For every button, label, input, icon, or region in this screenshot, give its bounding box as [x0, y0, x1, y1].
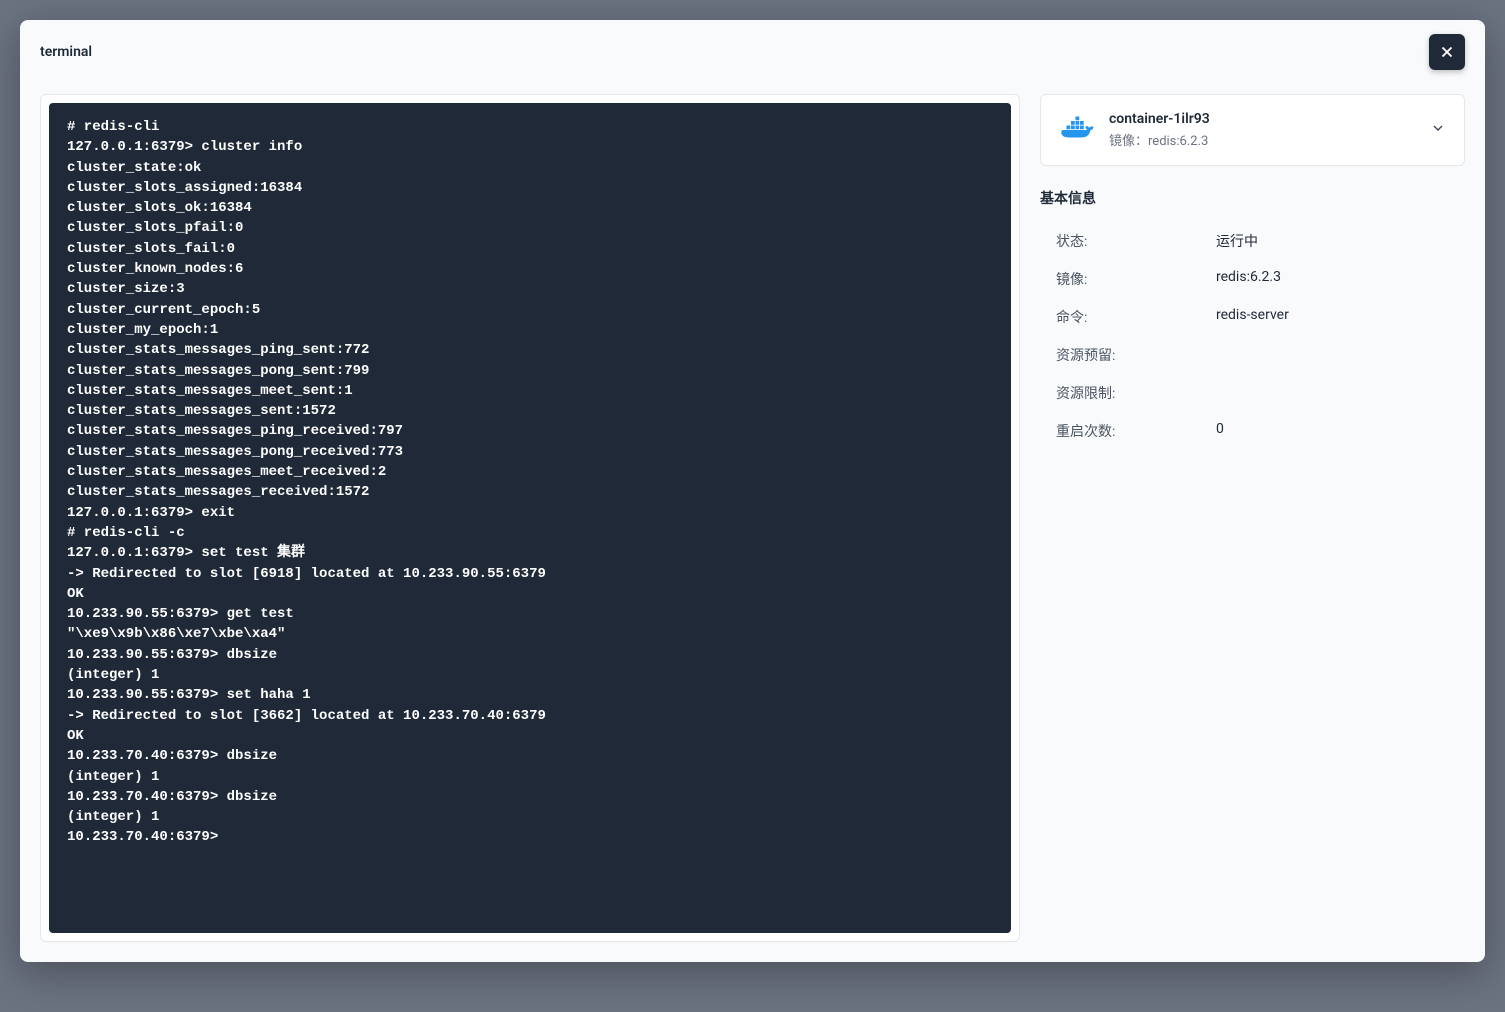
- info-row: 命令:redis-server: [1040, 298, 1465, 336]
- chevron-down-icon: [1430, 120, 1446, 140]
- info-row: 状态:运行中: [1040, 222, 1465, 260]
- terminal-modal: terminal # redis-cli 127.0.0.1:6379> clu…: [20, 20, 1485, 962]
- info-label: 镜像:: [1056, 269, 1216, 289]
- container-name: container-1ilr93: [1109, 111, 1416, 127]
- info-row: 资源限制:: [1040, 374, 1465, 412]
- right-panel: container-1ilr93 镜像：redis:6.2.3 基本信息 状态:…: [1040, 94, 1465, 942]
- info-value: redis:6.2.3: [1216, 269, 1281, 289]
- info-label: 资源限制:: [1056, 383, 1216, 403]
- info-label: 重启次数:: [1056, 421, 1216, 441]
- close-icon: [1438, 43, 1456, 61]
- modal-body: # redis-cli 127.0.0.1:6379> cluster info…: [20, 84, 1485, 962]
- info-list: 状态:运行中镜像:redis:6.2.3命令:redis-server资源预留:…: [1040, 222, 1465, 450]
- info-label: 状态:: [1056, 231, 1216, 251]
- container-info: container-1ilr93 镜像：redis:6.2.3: [1109, 111, 1416, 149]
- container-card[interactable]: container-1ilr93 镜像：redis:6.2.3: [1040, 94, 1465, 166]
- modal-header: terminal: [20, 20, 1485, 84]
- container-image-label: 镜像：: [1109, 134, 1148, 149]
- terminal-container: # redis-cli 127.0.0.1:6379> cluster info…: [40, 94, 1020, 942]
- basic-info-section: 基本信息 状态:运行中镜像:redis:6.2.3命令:redis-server…: [1040, 188, 1465, 450]
- docker-icon: [1059, 112, 1095, 148]
- section-title: 基本信息: [1040, 188, 1465, 208]
- info-row: 镜像:redis:6.2.3: [1040, 260, 1465, 298]
- info-value: redis-server: [1216, 307, 1289, 327]
- info-row: 资源预留:: [1040, 336, 1465, 374]
- info-value: 0: [1216, 421, 1224, 441]
- container-image-value: redis:6.2.3: [1148, 134, 1208, 149]
- info-value: 运行中: [1216, 231, 1258, 251]
- modal-title: terminal: [40, 44, 92, 60]
- container-image-line: 镜像：redis:6.2.3: [1109, 130, 1416, 149]
- close-button[interactable]: [1429, 34, 1465, 70]
- info-label: 资源预留:: [1056, 345, 1216, 365]
- info-row: 重启次数:0: [1040, 412, 1465, 450]
- info-label: 命令:: [1056, 307, 1216, 327]
- terminal-output[interactable]: # redis-cli 127.0.0.1:6379> cluster info…: [49, 103, 1011, 933]
